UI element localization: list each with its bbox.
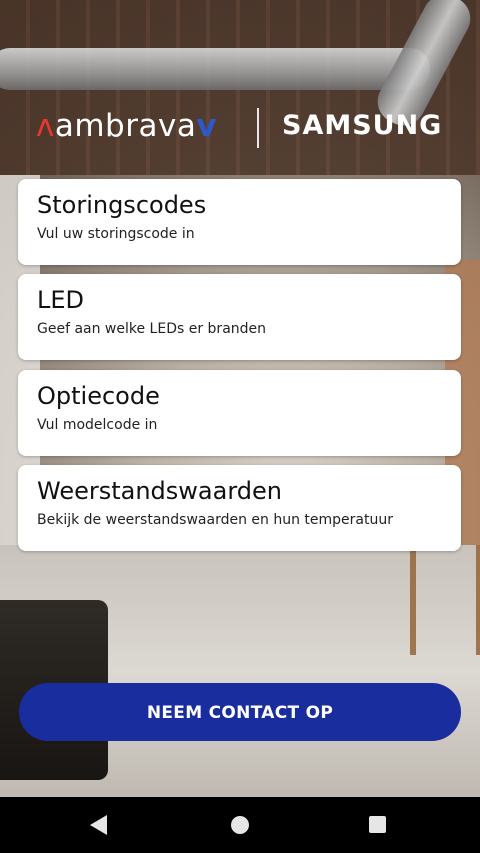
android-nav-bar (0, 797, 480, 853)
background-chair (410, 545, 480, 655)
app-screen: ʌambravav SAMSUNG Storingscodes Vul uw s… (0, 0, 480, 853)
ambrava-logo: ʌambravav (36, 108, 218, 144)
contact-button[interactable]: NEEM CONTACT OP (19, 683, 461, 741)
samsung-logo: SAMSUNG (282, 110, 443, 141)
menu-item-title: Optiecode (37, 382, 160, 410)
brand-logos: ʌambravav SAMSUNG (0, 100, 480, 156)
menu-item-subtitle: Bekijk de weerstandswaarden en hun tempe… (37, 512, 393, 528)
menu-item-subtitle: Vul modelcode in (37, 417, 158, 433)
logo-divider (257, 108, 259, 148)
menu-item-subtitle: Geef aan welke LEDs er branden (37, 321, 267, 337)
menu-item-subtitle: Vul uw storingscode in (37, 226, 195, 242)
menu-item-optiecode[interactable]: Optiecode Vul modelcode in (18, 370, 461, 456)
background-pipe (0, 48, 430, 90)
menu-item-title: Storingscodes (37, 191, 207, 219)
recent-apps-icon[interactable] (369, 816, 386, 833)
home-icon[interactable] (231, 816, 249, 834)
menu-item-storingscodes[interactable]: Storingscodes Vul uw storingscode in (18, 179, 461, 265)
back-icon[interactable] (90, 815, 107, 835)
menu-item-weerstandswaarden[interactable]: Weerstandswaarden Bekijk de weerstandswa… (18, 465, 461, 551)
menu-item-title: Weerstandswaarden (37, 477, 282, 505)
menu-item-title: LED (37, 286, 85, 314)
menu-item-led[interactable]: LED Geef aan welke LEDs er branden (18, 274, 461, 360)
